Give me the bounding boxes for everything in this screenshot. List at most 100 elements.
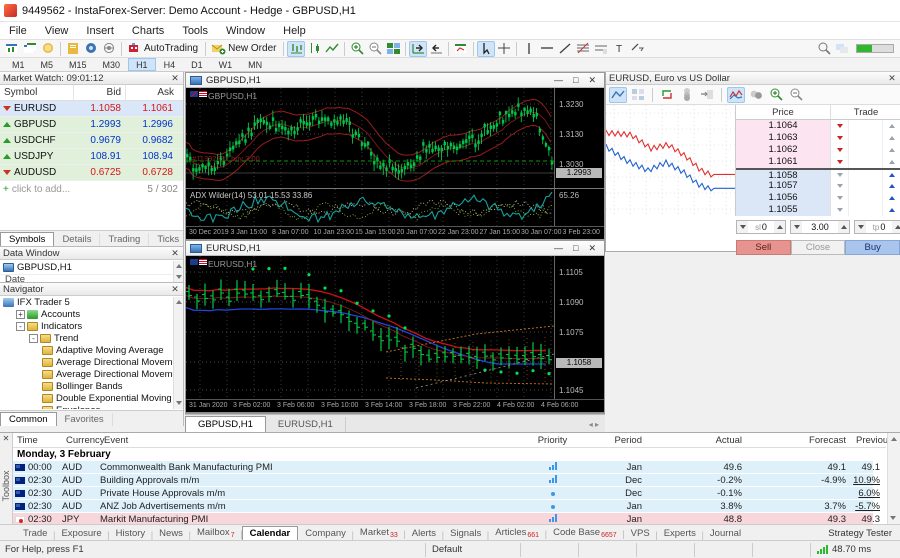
new-order-label[interactable]: New Order [228,43,276,54]
timeframe-m5[interactable]: M5 [33,58,62,71]
close-button[interactable]: Close [791,240,846,255]
toolbox-tab-history[interactable]: History| [109,527,153,540]
new-chart-icon[interactable] [3,41,21,57]
take-profit-increase[interactable] [892,221,900,233]
menu-insert[interactable]: Insert [77,23,123,39]
vertical-line-icon[interactable] [520,41,538,57]
take-profit-value[interactable]: 0 [880,222,885,232]
calendar-col-period[interactable]: Period [580,433,648,448]
bar-chart-mode-icon[interactable] [287,41,305,57]
chart-shift-icon[interactable] [427,41,445,57]
chart-toggle-icon[interactable] [609,87,627,103]
market-depth-icon[interactable] [629,87,647,103]
buy-at-price-button[interactable] [883,180,900,192]
toolbox-tab-market[interactable]: Market33| [353,526,405,540]
crosshair-icon[interactable] [495,41,513,57]
menu-charts[interactable]: Charts [123,23,173,39]
nav-item-bollinger-bands[interactable]: Bollinger Bands [0,380,183,392]
trade-volume-cell[interactable] [849,192,883,204]
trade-volume-cell[interactable] [849,132,883,144]
toolbox-tab-articles[interactable]: Articles661| [488,526,546,540]
adx-scale[interactable]: 65.26 [554,189,604,226]
market-watch-column-headers[interactable]: SymbolBidAsk [0,85,183,101]
line-chart-mode-icon[interactable] [323,41,341,57]
toolbox-tab-trade[interactable]: Trade| [16,527,54,540]
search-icon[interactable] [815,41,833,57]
buy-at-price-button[interactable] [883,120,900,132]
zoom-out-icon[interactable] [366,41,384,57]
trade-volume-cell[interactable] [849,180,883,192]
mw-tab-ticks[interactable]: Ticks [149,233,188,246]
stop-loss-increase[interactable] [774,221,785,233]
menu-tools[interactable]: Tools [173,23,217,39]
gbpusd-chart-area[interactable]: 1.32301.31301.30301.2993GBPUSD,H1#113922… [186,88,604,188]
gbpusd-time-axis[interactable]: 30 Dec 20193 Jan 15:008 Jan 07:0010 Jan … [186,226,604,239]
fibo-channel-icon[interactable] [592,41,610,57]
calendar-col-time[interactable]: Time [13,433,62,448]
maximize-icon[interactable]: □ [573,243,578,254]
ladder-price[interactable]: 1.1058 [736,170,831,180]
sell-at-price-button[interactable] [831,180,849,192]
market-watch-row-usdchf[interactable]: USDCHF0.96790.9682 [0,133,183,149]
strategy-tester-label[interactable]: Strategy Tester [828,528,900,540]
buy-at-price-button[interactable] [883,170,900,180]
sell-at-price-button[interactable] [831,192,849,204]
export-icon[interactable] [698,87,716,103]
fibonacci-icon[interactable] [574,41,592,57]
ladder-price[interactable]: 1.1064 [736,120,831,132]
sell-at-price-button[interactable] [831,132,849,144]
data-window-toggle-icon[interactable] [64,41,82,57]
market-watch-row-eurusd[interactable]: EURUSD1.10581.1061 [0,101,183,117]
status-profile[interactable]: Default [425,543,520,557]
terminal-toggle-icon[interactable] [100,41,118,57]
buy-button[interactable]: Buy [845,240,900,255]
minimize-icon[interactable]: — [554,75,563,86]
menu-file[interactable]: File [0,23,36,39]
buy-at-price-button[interactable] [883,144,900,156]
menu-window[interactable]: Window [217,23,274,39]
trade-volume-cell[interactable] [849,156,883,168]
toolbox-tab-company[interactable]: Company| [298,527,353,540]
nav-item-double-exponential-moving-av[interactable]: Double Exponential Moving Av [0,392,183,404]
chart-tab-scroll-arrows[interactable]: ◂ ▸ [589,420,605,432]
gbpusd-price-scale[interactable]: 1.32301.31301.30301.2993 [554,88,604,188]
ladder-price[interactable]: 1.1061 [736,156,831,168]
toolbox-close-icon[interactable]: ✕ [0,433,12,443]
horizontal-line-icon[interactable] [538,41,556,57]
timeframe-m30[interactable]: M30 [95,58,129,71]
timeframe-h4[interactable]: H4 [156,58,184,71]
bid-row-1.1055[interactable]: 1.1055 [736,204,900,216]
mw-tab-trading[interactable]: Trading [100,233,149,246]
timeframe-h1[interactable]: H1 [128,58,156,71]
gbpusd-adx-subwindow[interactable]: ADX Wilder(14) 53.01 15.53 33.8665.26 [186,188,604,226]
toolbox-tab-exposure[interactable]: Exposure| [54,527,108,540]
toolbox-tab-code-base[interactable]: Code Base6657| [546,526,624,540]
toolbox-tab-mailbox[interactable]: Mailbox7| [190,526,242,540]
nav-item-average-directional-movement[interactable]: Average Directional Movement [0,368,183,380]
menu-view[interactable]: View [36,23,78,39]
data-window-close-icon[interactable]: ✕ [170,248,180,259]
navigator-scrollbar[interactable] [173,297,183,409]
calendar-col-currency[interactable]: Currency [62,433,100,448]
bid-row-1.1056[interactable]: 1.1056 [736,192,900,204]
new-order-icon[interactable] [209,41,227,57]
buy-at-price-button[interactable] [883,192,900,204]
orders-icon[interactable] [747,87,765,103]
tick-chart-icon[interactable] [727,87,745,103]
eurusd-chart-area[interactable]: 1.11051.10901.10751.10451.1058EURUSD,H1 [186,256,604,399]
autotrading-icon[interactable] [125,41,143,57]
ask-row-1.1063[interactable]: 1.1063 [736,132,900,144]
lot-size-decrease[interactable] [791,221,802,233]
timeframe-m1[interactable]: M1 [4,58,33,71]
sell-button[interactable]: Sell [736,240,791,255]
cursor-icon[interactable] [477,41,495,57]
toolbox-tab-experts[interactable]: Experts| [657,527,703,540]
mw-tab-symbols[interactable]: Symbols [0,232,54,246]
buy-at-price-button[interactable] [883,156,900,168]
market-watch-add-row[interactable]: + click to add... 5 / 302 [0,181,183,197]
timeframe-w1[interactable]: W1 [211,58,241,71]
take-profit-decrease[interactable] [855,221,866,233]
calendar-col-priority[interactable]: Priority [525,433,580,448]
eurusd-tick-chart[interactable] [606,105,736,216]
mw-col-symbol[interactable]: Symbol [0,85,74,100]
